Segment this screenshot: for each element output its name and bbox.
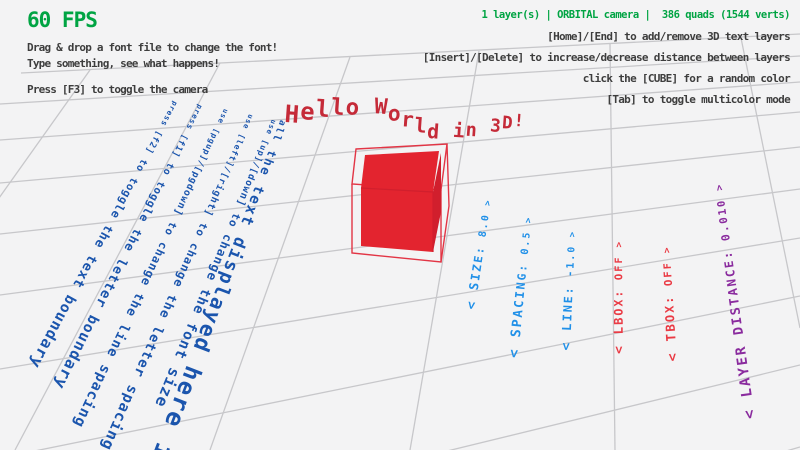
- hint-cube-random-color: click the [CUBE] for a random color: [423, 68, 790, 89]
- cube-front-face: [361, 188, 433, 252]
- hint-add-remove-layers: [Home]/[End] to add/remove 3D text layer…: [423, 26, 790, 47]
- font-3d-demo-viewport: press [f2] to toggle the text boundarypr…: [0, 0, 800, 450]
- hud-top-right: 1 layer(s) | ORBITAL camera | 386 quads …: [423, 5, 790, 110]
- hint-multicolor-mode: [Tab] to toggle multicolor mode: [423, 89, 790, 110]
- hint-layer-distance: [Insert]/[Delete] to increase/decrease d…: [423, 47, 790, 68]
- hud-top-left: 60 FPS Drag & drop a font file to change…: [27, 8, 277, 98]
- hint-toggle-camera: Press [F3] to toggle the camera: [27, 82, 277, 98]
- status-bar: 1 layer(s) | ORBITAL camera | 386 quads …: [423, 5, 790, 26]
- cube-top-face: [361, 151, 439, 192]
- fps-counter: 60 FPS: [27, 8, 277, 32]
- hint-drag-drop-font: Drag & drop a font file to change the fo…: [27, 40, 277, 56]
- hint-type-something: Type something, see what happens!: [27, 56, 277, 72]
